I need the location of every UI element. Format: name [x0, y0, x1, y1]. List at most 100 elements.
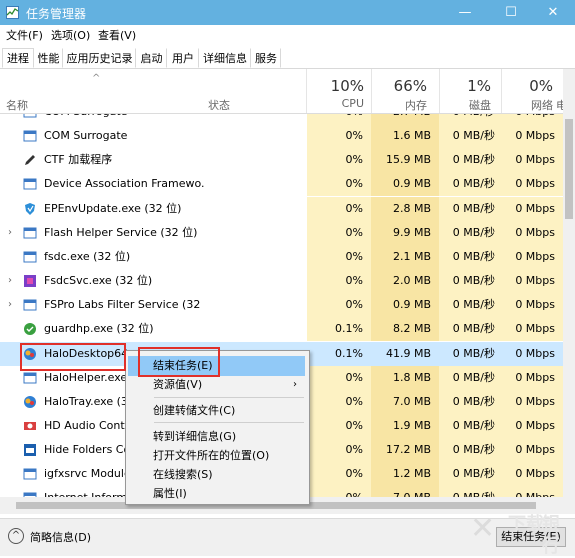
process-name: FSPro Labs Filter Service (32 ... [44, 298, 204, 312]
process-network: 0 Mbps [501, 114, 563, 124]
window-title: 任务管理器 [26, 7, 87, 21]
menu-bar: 文件(F) 选项(O) 查看(V) [0, 26, 575, 44]
process-row[interactable]: Device Association Framewo... 0% 0.9 MB 0 M… [0, 172, 563, 197]
ctx-properties[interactable]: 属性(I) [128, 484, 305, 504]
highlight-box-process [20, 343, 126, 371]
column-disk[interactable]: 磁盘 [439, 97, 491, 113]
tab-details[interactable]: 详细信息 [199, 48, 251, 68]
expand-chevron-icon[interactable]: › [8, 269, 12, 293]
process-cpu: 0% [307, 486, 371, 497]
shield-icon [25, 202, 35, 215]
ctx-open-file-location[interactable]: 打开文件所在的位置(O) [128, 446, 305, 466]
column-network[interactable]: 网络 [501, 97, 553, 113]
process-name: COM Surrogate [44, 129, 128, 143]
fewer-details-link[interactable]: 简略信息(D) [30, 529, 91, 545]
process-row[interactable]: › FsdcSvc.exe (32 位) 0% 2.0 MB 0 MB/秒 0 Mbps [0, 269, 563, 294]
vertical-scrollbar[interactable] [563, 69, 575, 497]
tab-performance[interactable]: 性能 [34, 48, 63, 68]
tab-app-history[interactable]: 应用历史记录 [63, 48, 136, 68]
process-cpu: 0% [307, 389, 371, 414]
menu-file[interactable]: 文件(F) [6, 27, 43, 43]
process-disk: 0 MB/秒 [439, 341, 501, 366]
process-memory: 2.1 MB [371, 244, 439, 269]
process-disk: 0 MB/秒 [439, 148, 501, 173]
menu-view[interactable]: 查看(V) [98, 27, 136, 43]
menu-separator [154, 397, 304, 398]
column-name[interactable]: 名称 [6, 97, 28, 113]
cpu-percent: 10% [330, 77, 364, 95]
process-disk: 0 MB/秒 [439, 244, 501, 269]
process-network: 0 Mbps [501, 172, 563, 197]
fsdc-icon [24, 275, 36, 288]
menu-options[interactable]: 选项(O) [51, 27, 90, 43]
process-network: 0 Mbps [501, 293, 563, 318]
process-cpu: 0% [307, 148, 371, 173]
chevron-up-icon[interactable]: ^ [8, 528, 24, 544]
process-memory: 8.2 MB [371, 317, 439, 342]
process-disk: 0 MB/秒 [439, 462, 501, 487]
scrollbar-thumb[interactable] [565, 119, 573, 219]
ctx-go-to-details[interactable]: 转到详细信息(G) [128, 427, 305, 447]
tab-processes[interactable]: 进程 [2, 48, 34, 68]
process-row[interactable]: COM Surrogate 0%2.7 MB0 MB/秒0 Mbps [0, 114, 563, 124]
process-network: 0 Mbps [501, 196, 563, 221]
column-cpu[interactable]: CPU [307, 97, 364, 110]
app-window-icon [23, 114, 37, 118]
process-network: 0 Mbps [501, 438, 563, 463]
close-button[interactable]: ✕ [531, 0, 575, 25]
expand-chevron-icon[interactable]: › [8, 221, 12, 245]
process-memory: 2.0 MB [371, 269, 439, 294]
disk-percent: 1% [467, 77, 491, 95]
maximize-button[interactable]: ☐ [489, 0, 533, 25]
process-row[interactable]: › FSPro Labs Filter Service (32 ... 0% 0.9 … [0, 293, 563, 318]
column-memory[interactable]: 内存 [371, 97, 427, 113]
process-cpu: 0% [307, 269, 371, 294]
ctx-resource-values[interactable]: 资源值(V) › [128, 375, 305, 395]
speaker-icon [24, 421, 36, 430]
column-status[interactable]: 状态 [208, 97, 230, 113]
process-disk: 0 MB/秒 [439, 317, 501, 342]
menu-item-label: 打开文件所在的位置(O) [153, 449, 270, 462]
menu-item-label: 属性(I) [153, 487, 187, 500]
process-disk: 0 MB/秒 [439, 269, 501, 294]
process-name: CTF 加载程序 [44, 153, 113, 167]
process-cpu: 0% [307, 438, 371, 463]
process-cpu: 0.1% [307, 317, 371, 342]
process-row[interactable]: › Flash Helper Service (32 位) 0% 9.9 MB 0 MB… [0, 220, 563, 245]
process-cpu: 0% [307, 244, 371, 269]
process-name: fsdc.exe (32 位) [44, 249, 131, 263]
process-network: 0 Mbps [501, 341, 563, 366]
process-disk: 0 MB/秒 [439, 124, 501, 149]
minimize-button[interactable]: — [443, 0, 487, 25]
tab-services[interactable]: 服务 [251, 48, 281, 68]
process-row[interactable]: fsdc.exe (32 位) 0% 2.1 MB 0 MB/秒 0 Mbps [0, 244, 563, 269]
ctx-search-online[interactable]: 在线搜索(S) [128, 465, 305, 485]
highlight-box-end-task [138, 347, 220, 377]
process-disk: 0 MB/秒 [439, 196, 501, 221]
process-row[interactable]: CTF 加载程序 0% 15.9 MB 0 MB/秒 0 Mbps [0, 148, 563, 173]
process-disk: 0 MB/秒 [439, 114, 501, 124]
process-memory: 0.9 MB [371, 293, 439, 318]
process-row[interactable]: guardhp.exe (32 位) 0.1% 8.2 MB 0 MB/秒 0 Mbps [0, 317, 563, 342]
expand-chevron-icon[interactable]: › [8, 293, 12, 317]
process-network: 0 Mbps [501, 220, 563, 245]
process-cpu: 0% [307, 293, 371, 318]
process-memory: 41.9 MB [371, 341, 439, 366]
ctx-create-dump[interactable]: 创建转储文件(C) [128, 401, 305, 421]
process-memory: 1.8 MB [371, 365, 439, 390]
app-window-icon [23, 227, 37, 239]
process-disk: 0 MB/秒 [439, 438, 501, 463]
process-network: 0 Mbps [501, 486, 563, 497]
tab-users[interactable]: 用户 [167, 48, 199, 68]
process-network: 0 Mbps [501, 269, 563, 294]
app-window-icon [23, 372, 37, 384]
task-manager-icon [6, 6, 19, 19]
app-window-icon [23, 178, 37, 190]
process-network: 0 Mbps [501, 244, 563, 269]
tab-startup[interactable]: 启动 [136, 48, 167, 68]
process-row[interactable]: EPEnvUpdate.exe (32 位) 0% 2.8 MB 0 MB/秒 0 Mb… [0, 196, 563, 221]
process-memory: 0.9 MB [371, 172, 439, 197]
process-row[interactable]: COM Surrogate 0% 1.6 MB 0 MB/秒 0 Mbps [0, 124, 563, 149]
process-disk: 0 MB/秒 [439, 365, 501, 390]
tab-bar: 进程 性能 应用历史记录 启动 用户 详细信息 服务 [0, 45, 575, 69]
